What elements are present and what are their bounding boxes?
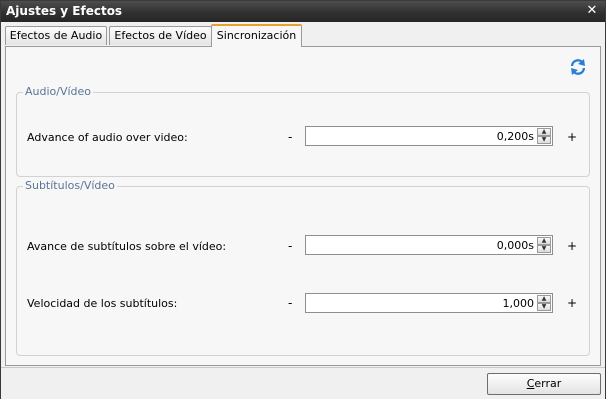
tab-audio-effects[interactable]: Efectos de Audio [5,26,107,45]
spin-buttons[interactable]: ▲ ▼ [537,295,551,311]
audio-advance-spinbox[interactable]: 0,200s ▲ ▼ [305,126,553,146]
subtitle-advance-spinbox[interactable]: 0,000s ▲ ▼ [305,235,553,255]
subtitle-advance-plus[interactable]: + [567,239,577,253]
audio-video-group: Audio/Vídeo Advance of audio over video:… [16,85,590,177]
subtitle-speed-plus[interactable]: + [567,296,577,310]
subtitle-speed-spinbox[interactable]: 1,000 ▲ ▼ [305,293,553,313]
audio-advance-label: Advance of audio over video: [27,131,188,144]
settings-dialog: Ajustes y Efectos ✕ Efectos de Audio Efe… [0,0,606,399]
subtitle-advance-minus[interactable]: - [288,239,292,253]
audio-advance-minus[interactable]: - [288,130,292,144]
group-title-audio-video: Audio/Vídeo [23,85,94,98]
window-title: Ajustes y Efectos [6,4,123,18]
audio-advance-plus[interactable]: + [567,130,577,144]
spin-down-icon[interactable]: ▼ [537,303,551,311]
close-button[interactable]: Cerrar [487,373,601,395]
spin-down-icon[interactable]: ▼ [537,136,551,144]
spin-buttons[interactable]: ▲ ▼ [537,128,551,144]
spin-down-icon[interactable]: ▼ [537,245,551,253]
dialog-footer: Cerrar [1,367,605,399]
close-button-label: errar [534,377,562,390]
sync-panel: Audio/Vídeo Advance of audio over video:… [5,46,601,366]
spin-up-icon[interactable]: ▲ [537,237,551,245]
refresh-icon[interactable] [569,58,587,76]
title-bar[interactable]: Ajustes y Efectos ✕ [1,1,605,22]
subtitle-speed-label: Velocidad de los subtítulos: [27,297,178,310]
audio-advance-value[interactable]: 0,200s [497,130,534,143]
spin-up-icon[interactable]: ▲ [537,128,551,136]
subtitle-speed-value[interactable]: 1,000 [503,297,535,310]
subtitle-advance-label: Avance de subtítulos sobre el vídeo: [27,240,227,253]
spin-buttons[interactable]: ▲ ▼ [537,237,551,253]
subtitles-video-group: Subtítulos/Vídeo Avance de subtítulos so… [16,179,590,356]
subtitle-advance-value[interactable]: 0,000s [497,239,534,252]
group-title-subtitles-video: Subtítulos/Vídeo [23,179,117,192]
tab-synchronization[interactable]: Sincronización [211,24,302,47]
close-icon[interactable]: ✕ [584,3,600,19]
subtitle-speed-minus[interactable]: - [288,296,292,310]
spin-up-icon[interactable]: ▲ [537,295,551,303]
tab-video-effects[interactable]: Efectos de Vídeo [109,26,212,45]
